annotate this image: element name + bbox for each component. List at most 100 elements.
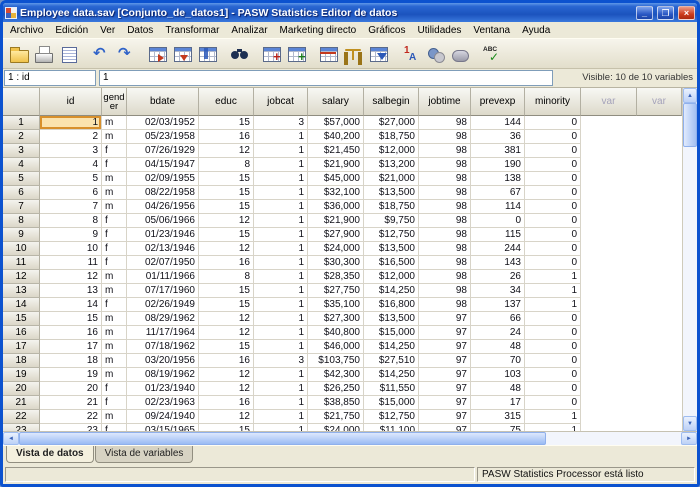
cell[interactable]: 1 bbox=[254, 158, 308, 172]
column-header-var-2[interactable]: var bbox=[637, 88, 682, 116]
cell[interactable]: 02/26/1949 bbox=[127, 298, 199, 312]
cell[interactable]: 01/23/1946 bbox=[127, 228, 199, 242]
split-file-icon[interactable] bbox=[316, 42, 341, 66]
cell[interactable]: m bbox=[102, 130, 127, 144]
menu-datos[interactable]: Datos bbox=[121, 23, 159, 38]
row-number[interactable]: 10 bbox=[3, 242, 40, 256]
cell[interactable]: 244 bbox=[471, 242, 525, 256]
column-header-minority[interactable]: minority bbox=[525, 88, 581, 116]
cell[interactable]: $21,900 bbox=[308, 158, 364, 172]
cell[interactable]: 0 bbox=[525, 186, 581, 200]
cell[interactable]: 0 bbox=[525, 368, 581, 382]
show-all-variables-icon[interactable] bbox=[448, 42, 473, 66]
cell[interactable]: $13,500 bbox=[364, 186, 419, 200]
row-number[interactable]: 16 bbox=[3, 326, 40, 340]
cell[interactable]: 0 bbox=[525, 200, 581, 214]
cell[interactable]: 36 bbox=[471, 130, 525, 144]
cell[interactable]: 26 bbox=[471, 270, 525, 284]
cell[interactable]: 138 bbox=[471, 172, 525, 186]
cell[interactable]: 12 bbox=[199, 144, 254, 158]
cell-empty[interactable] bbox=[637, 354, 682, 368]
cell[interactable]: 98 bbox=[419, 144, 471, 158]
cell[interactable]: 11/17/1964 bbox=[127, 326, 199, 340]
cell[interactable]: 0 bbox=[525, 228, 581, 242]
cell[interactable]: m bbox=[102, 270, 127, 284]
cell[interactable]: $24,000 bbox=[308, 424, 364, 431]
grid-corner-cell[interactable] bbox=[3, 88, 40, 116]
undo-icon[interactable] bbox=[88, 42, 113, 66]
row-number[interactable]: 20 bbox=[3, 382, 40, 396]
cell[interactable]: $16,800 bbox=[364, 298, 419, 312]
cell-empty[interactable] bbox=[637, 410, 682, 424]
row-number[interactable]: 7 bbox=[3, 200, 40, 214]
vertical-scroll-thumb[interactable] bbox=[683, 103, 697, 147]
weight-cases-icon[interactable] bbox=[341, 42, 366, 66]
cell[interactable]: 07/18/1962 bbox=[127, 340, 199, 354]
cell[interactable]: 98 bbox=[419, 130, 471, 144]
menu-marketing-directo[interactable]: Marketing directo bbox=[274, 23, 363, 38]
cell[interactable]: 08/29/1962 bbox=[127, 312, 199, 326]
cell[interactable]: f bbox=[102, 382, 127, 396]
cell-empty[interactable] bbox=[581, 270, 637, 284]
cell-empty[interactable] bbox=[637, 382, 682, 396]
cell[interactable]: 48 bbox=[471, 340, 525, 354]
cell[interactable]: $27,300 bbox=[308, 312, 364, 326]
insert-cases-icon[interactable] bbox=[259, 42, 284, 66]
cell-empty[interactable] bbox=[637, 396, 682, 410]
cell[interactable]: f bbox=[102, 396, 127, 410]
column-header-educ[interactable]: educ bbox=[199, 88, 254, 116]
row-number[interactable]: 14 bbox=[3, 298, 40, 312]
cell[interactable]: 1 bbox=[254, 228, 308, 242]
cell[interactable]: $15,000 bbox=[364, 396, 419, 410]
cell[interactable]: 12 bbox=[199, 242, 254, 256]
cell[interactable]: 98 bbox=[419, 228, 471, 242]
cell[interactable]: 98 bbox=[419, 158, 471, 172]
cell[interactable]: 1 bbox=[40, 116, 102, 130]
cell[interactable]: 7 bbox=[40, 200, 102, 214]
horizontal-scrollbar[interactable] bbox=[3, 431, 697, 445]
row-number[interactable]: 9 bbox=[3, 228, 40, 242]
cell[interactable]: 103 bbox=[471, 368, 525, 382]
cell[interactable]: 98 bbox=[419, 200, 471, 214]
cell[interactable]: 1 bbox=[254, 382, 308, 396]
cell-empty[interactable] bbox=[637, 256, 682, 270]
cell[interactable]: 5 bbox=[40, 172, 102, 186]
cell[interactable]: 8 bbox=[40, 214, 102, 228]
cell[interactable]: 15 bbox=[199, 200, 254, 214]
cell[interactable]: 97 bbox=[419, 312, 471, 326]
cell[interactable]: 1 bbox=[254, 144, 308, 158]
cell[interactable]: 1 bbox=[254, 270, 308, 284]
cell[interactable]: 70 bbox=[471, 354, 525, 368]
cell[interactable]: 1 bbox=[254, 284, 308, 298]
cell[interactable]: 0 bbox=[471, 214, 525, 228]
cell[interactable]: 1 bbox=[254, 298, 308, 312]
cell[interactable]: 1 bbox=[254, 130, 308, 144]
cell[interactable]: $16,500 bbox=[364, 256, 419, 270]
variable-sets-icon[interactable] bbox=[423, 42, 448, 66]
insert-variable-icon[interactable] bbox=[284, 42, 309, 66]
cell[interactable]: 9 bbox=[40, 228, 102, 242]
cell[interactable]: $28,350 bbox=[308, 270, 364, 284]
scroll-up-button[interactable] bbox=[683, 88, 697, 103]
vertical-scrollbar[interactable] bbox=[682, 88, 697, 431]
row-number[interactable]: 2 bbox=[3, 130, 40, 144]
cell-empty[interactable] bbox=[637, 326, 682, 340]
cell[interactable]: m bbox=[102, 186, 127, 200]
cell[interactable]: 0 bbox=[525, 130, 581, 144]
cell-empty[interactable] bbox=[637, 130, 682, 144]
menu-analizar[interactable]: Analizar bbox=[225, 23, 273, 38]
cell[interactable]: 01/23/1940 bbox=[127, 382, 199, 396]
cell[interactable]: $46,000 bbox=[308, 340, 364, 354]
cell[interactable]: 97 bbox=[419, 326, 471, 340]
cell[interactable]: 115 bbox=[471, 228, 525, 242]
cell-empty[interactable] bbox=[637, 200, 682, 214]
cell[interactable]: 98 bbox=[419, 186, 471, 200]
cell[interactable]: f bbox=[102, 214, 127, 228]
cell[interactable]: $21,750 bbox=[308, 410, 364, 424]
cell[interactable]: $21,900 bbox=[308, 214, 364, 228]
cell[interactable]: m bbox=[102, 200, 127, 214]
cell[interactable]: 20 bbox=[40, 382, 102, 396]
cell[interactable]: 4 bbox=[40, 158, 102, 172]
open-data-icon[interactable] bbox=[6, 42, 31, 66]
cell[interactable]: m bbox=[102, 340, 127, 354]
